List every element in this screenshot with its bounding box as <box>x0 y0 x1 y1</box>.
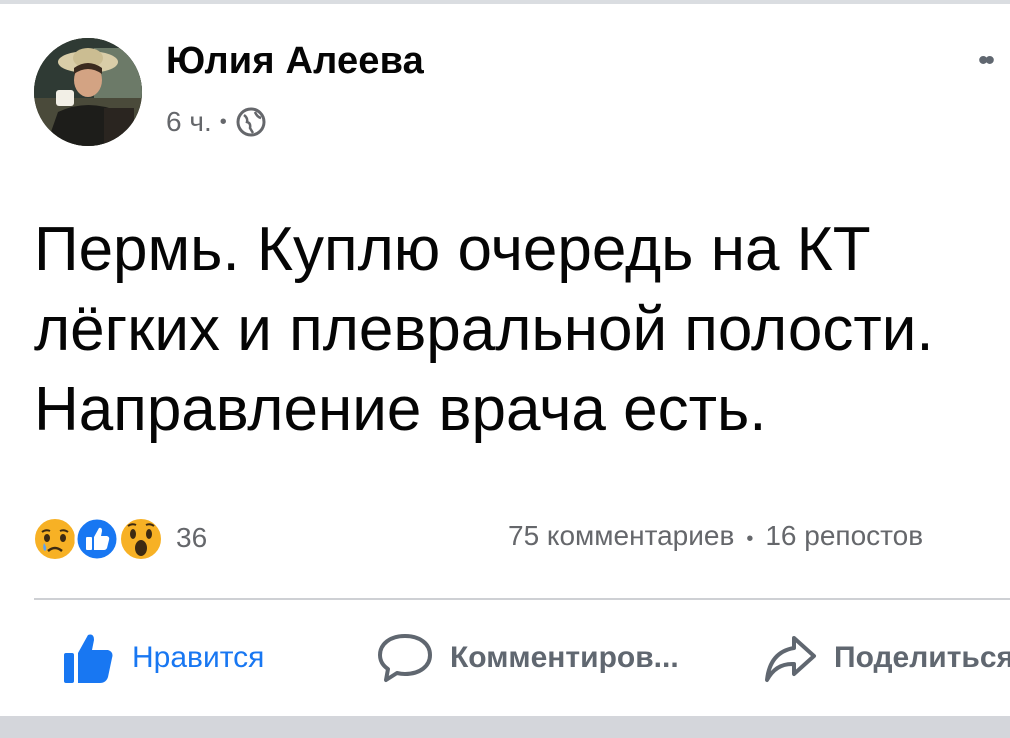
like-button[interactable]: Нравится <box>60 630 264 686</box>
bottom-divider-strip <box>0 716 1010 738</box>
reaction-icons <box>32 514 172 562</box>
avatar-photo <box>34 38 142 146</box>
post-time[interactable]: 6 ч. <box>166 106 212 138</box>
comment-button[interactable]: Комментиров... <box>376 630 679 686</box>
reactions-summary[interactable]: 36 <box>32 514 207 562</box>
author-name[interactable]: Юлия Алеева <box>166 40 424 83</box>
like-reaction-icon <box>74 516 120 562</box>
author-avatar[interactable] <box>34 38 142 146</box>
shares-count[interactable]: 16 репостов <box>765 520 923 551</box>
like-label: Нравится <box>132 641 265 674</box>
globe-icon <box>235 106 267 138</box>
more-options-icon[interactable]: •• <box>978 44 995 78</box>
comment-icon <box>378 634 432 682</box>
share-label: Поделиться <box>834 641 1010 674</box>
stats-separator: • <box>746 528 754 550</box>
top-divider-strip <box>0 0 1010 4</box>
post-text-line: лёгких и плевральной полости. <box>34 295 934 364</box>
post-stats: 75 комментариев • 16 репостов <box>508 520 923 552</box>
post-text-line: Направление врача есть. <box>34 375 767 444</box>
actions-divider <box>34 598 1010 600</box>
like-icon <box>64 634 113 683</box>
post-text-line: Пермь. Куплю очередь на КТ <box>34 215 871 284</box>
comment-label: Комментиров... <box>450 641 679 674</box>
post-text: Пермь. Куплю очередь на КТ лёгких и плев… <box>34 210 1010 450</box>
meta-separator: • <box>219 110 227 133</box>
reaction-count: 36 <box>176 522 208 553</box>
share-icon <box>765 636 816 682</box>
wow-reaction-icon <box>119 517 163 561</box>
post-meta: 6 ч. • <box>166 104 267 140</box>
sad-reaction-icon <box>33 517 77 561</box>
share-button[interactable]: Поделиться <box>762 630 1010 686</box>
comments-count[interactable]: 75 комментариев <box>508 520 734 551</box>
